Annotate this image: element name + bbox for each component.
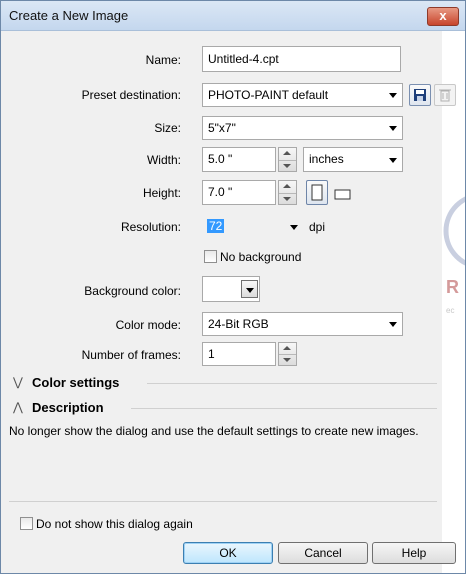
collapse-icon: ⋀ [13,400,23,414]
width-input[interactable]: 5.0 " [202,147,276,172]
frames-spinner[interactable] [278,342,297,366]
color-mode-value: 24-Bit RGB [208,317,269,331]
height-input[interactable]: 7.0 " [202,180,276,205]
do-not-show-checkbox[interactable] [20,517,33,530]
cancel-button[interactable]: Cancel [278,542,368,564]
preset-destination-label: Preset destination: [81,88,181,102]
width-spinner[interactable] [278,147,297,172]
landscape-icon [334,189,351,200]
spin-down-icon[interactable] [283,358,291,362]
create-new-image-dialog: Create a New Image x R ec Name: Untitled… [0,0,466,574]
height-spinner[interactable] [278,180,297,205]
expand-icon: ⋁ [13,375,23,389]
background-app-strip: R ec [442,31,465,573]
save-preset-button[interactable] [409,84,431,106]
background-logo-icon: R ec [443,196,465,315]
svg-text:ec: ec [446,306,454,315]
frames-value: 1 [208,347,215,361]
size-dropdown[interactable]: 5"x7" [202,116,403,140]
no-background-label: No background [220,250,302,264]
color-settings-header[interactable]: ⋁ Color settings [1,374,442,394]
resolution-unit: dpi [309,220,326,234]
preset-destination-dropdown[interactable]: PHOTO-PAINT default [202,83,403,107]
name-label: Name: [145,53,181,67]
do-not-show-label: Do not show this dialog again [36,517,193,531]
width-value: 5.0 " [208,152,233,166]
window-title: Create a New Image [9,8,129,23]
close-button[interactable]: x [427,7,459,26]
portrait-button[interactable] [306,180,328,205]
description-title: Description [32,400,104,415]
spin-down-icon[interactable] [283,164,291,168]
size-label: Size: [154,121,181,135]
ok-button[interactable]: OK [183,542,273,564]
delete-preset-button[interactable] [434,84,456,106]
color-mode-dropdown[interactable]: 24-Bit RGB [202,312,403,336]
landscape-button[interactable] [332,182,354,204]
chevron-down-icon [246,288,254,293]
background-color-label: Background color: [84,284,181,298]
color-picker-button[interactable] [241,280,258,298]
footer-divider [9,501,437,502]
color-settings-title: Color settings [32,375,120,390]
close-icon: x [439,8,447,23]
height-value: 7.0 " [208,185,233,199]
spin-up-icon[interactable] [283,151,291,155]
save-icon [414,89,426,101]
chevron-down-icon[interactable] [290,225,298,230]
height-label: Height: [142,186,181,200]
frames-input[interactable]: 1 [202,342,276,366]
name-value: Untitled-4.cpt [208,52,279,66]
background-color-picker[interactable] [202,276,260,302]
trash-icon [439,89,451,102]
number-of-frames-label: Number of frames: [81,348,181,362]
portrait-icon [311,184,323,201]
chevron-down-icon [389,322,397,327]
units-dropdown[interactable]: inches [303,147,403,172]
spin-up-icon[interactable] [283,346,291,350]
chevron-down-icon [389,93,397,98]
description-header[interactable]: ⋀ Description [1,399,442,419]
chevron-down-icon [389,126,397,131]
chevron-down-icon [389,157,397,163]
resolution-label: Resolution: [120,220,181,234]
svg-text:R: R [446,277,459,297]
resolution-combo[interactable]: 72 [202,214,302,240]
no-background-checkbox[interactable] [204,250,217,263]
spin-up-icon[interactable] [283,184,291,188]
title-bar[interactable]: Create a New Image x [1,1,465,31]
spin-down-icon[interactable] [283,197,291,201]
size-value: 5"x7" [208,121,236,135]
preset-destination-value: PHOTO-PAINT default [208,88,329,102]
color-mode-label: Color mode: [115,318,181,332]
section-divider [131,408,437,409]
help-button[interactable]: Help [372,542,456,564]
name-input[interactable]: Untitled-4.cpt [202,46,401,72]
description-text: No longer show the dialog and use the de… [9,424,419,438]
resolution-value[interactable]: 72 [207,219,225,233]
units-value: inches [309,152,344,166]
section-divider [147,383,437,384]
width-label: Width: [146,153,181,167]
